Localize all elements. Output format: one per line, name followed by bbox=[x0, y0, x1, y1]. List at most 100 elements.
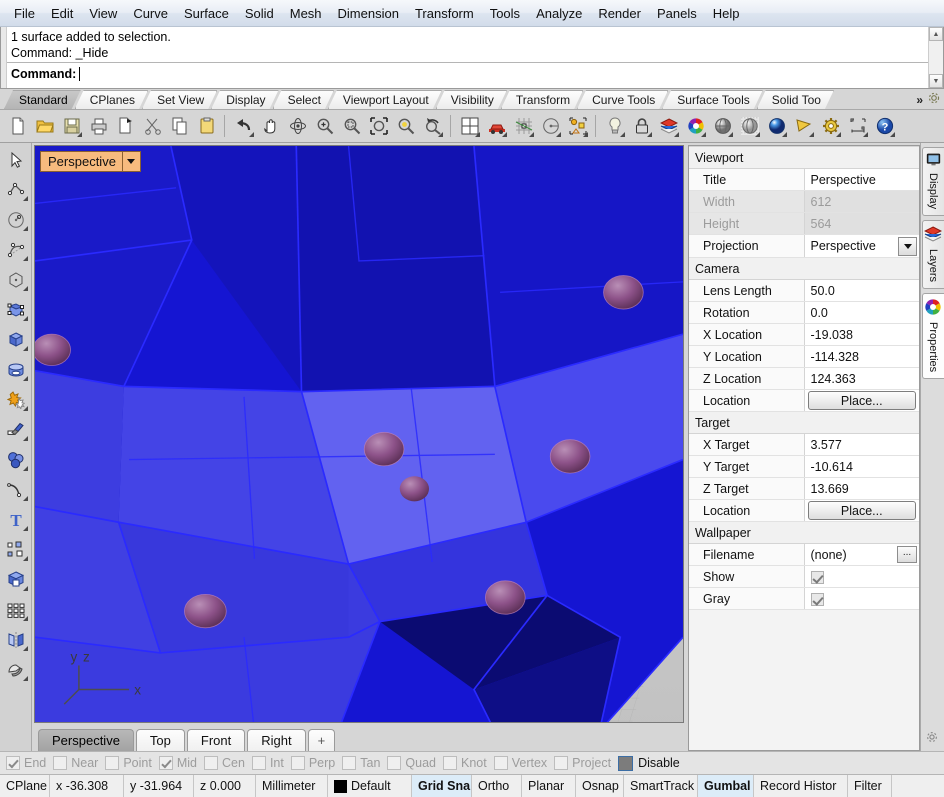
toolbar-undo-arrow-icon[interactable] bbox=[231, 113, 256, 139]
toolbar-copy-icon[interactable] bbox=[167, 113, 192, 139]
osnap-project-checkbox[interactable] bbox=[554, 756, 569, 770]
flyout-indicator-icon[interactable] bbox=[809, 132, 814, 137]
left-tool-mirror-icon[interactable] bbox=[2, 625, 30, 654]
flyout-indicator-icon[interactable] bbox=[728, 132, 733, 137]
menu-item-help[interactable]: Help bbox=[705, 3, 748, 24]
status-z-coordinate[interactable]: z 0.000 bbox=[194, 775, 256, 797]
property-value-location-place-button[interactable]: Place... bbox=[807, 391, 916, 410]
property-value-rotation[interactable]: 0.0 bbox=[804, 301, 919, 324]
left-tool-arrow-select-icon[interactable] bbox=[2, 145, 30, 174]
menu-item-file[interactable]: File bbox=[6, 3, 43, 24]
property-value-x-location[interactable]: -19.038 bbox=[804, 323, 919, 346]
left-tool-curve-icon[interactable] bbox=[2, 235, 30, 264]
toolbar-zoom-in-icon[interactable] bbox=[312, 113, 337, 139]
toolbar-overflow-chevron-icon[interactable]: » bbox=[914, 93, 925, 107]
scroll-down-icon[interactable]: ▼ bbox=[929, 74, 943, 88]
viewport-tab-right[interactable]: Right bbox=[247, 729, 306, 751]
flyout-indicator-icon[interactable] bbox=[22, 646, 28, 651]
flyout-indicator-icon[interactable] bbox=[674, 132, 679, 137]
left-tool-text-tool-icon[interactable]: T bbox=[2, 505, 30, 534]
menu-item-panels[interactable]: Panels bbox=[649, 3, 705, 24]
panel-tab-properties[interactable]: Properties bbox=[921, 293, 944, 380]
toolbar-tab-select[interactable]: Select bbox=[273, 90, 334, 109]
layer-color-swatch[interactable] bbox=[334, 779, 347, 793]
dock-settings-gear-icon[interactable] bbox=[925, 730, 939, 747]
toolbar-dimension-icon[interactable] bbox=[845, 113, 870, 139]
left-tool-boolean-difference-icon[interactable] bbox=[2, 565, 30, 594]
osnap-int[interactable]: Int bbox=[251, 756, 284, 770]
status-y-coordinate[interactable]: y -31.964 bbox=[124, 775, 194, 797]
toolbar-tab-display[interactable]: Display bbox=[211, 90, 278, 109]
flyout-indicator-icon[interactable] bbox=[556, 132, 561, 137]
left-tool-cylinder-icon[interactable] bbox=[2, 355, 30, 384]
flyout-indicator-icon[interactable] bbox=[77, 132, 82, 137]
property-value-height[interactable]: 564 bbox=[804, 212, 919, 235]
osnap-mid-checkbox[interactable] bbox=[158, 756, 173, 770]
property-value-y-target[interactable]: -10.614 bbox=[804, 455, 919, 478]
left-tool-paint-brush-icon[interactable] bbox=[2, 415, 30, 444]
osnap-near[interactable]: Near bbox=[53, 756, 98, 770]
viewport-3d-scene[interactable]: y z x bbox=[35, 146, 683, 723]
flyout-indicator-icon[interactable] bbox=[529, 132, 534, 137]
flyout-indicator-icon[interactable] bbox=[22, 286, 28, 291]
toolbar-options-gear-icon[interactable] bbox=[927, 91, 941, 108]
property-value-y-location[interactable]: -114.328 bbox=[804, 345, 919, 368]
toolbar-pan-hand-icon[interactable] bbox=[258, 113, 283, 139]
status-toggle-smarttrack[interactable]: SmartTrack bbox=[624, 775, 698, 797]
osnap-tan[interactable]: Tan bbox=[342, 756, 380, 770]
toolbar-tab-solid-too[interactable]: Solid Too bbox=[757, 90, 834, 109]
flyout-indicator-icon[interactable] bbox=[22, 466, 28, 471]
toolbar-tab-surface-tools[interactable]: Surface Tools bbox=[662, 90, 763, 109]
property-value-gray-checkbox[interactable] bbox=[810, 592, 824, 606]
viewport-tab-front[interactable]: Front bbox=[186, 729, 246, 751]
flyout-indicator-icon[interactable] bbox=[22, 226, 28, 231]
flyout-indicator-icon[interactable] bbox=[475, 132, 480, 137]
scroll-up-icon[interactable]: ▲ bbox=[929, 27, 943, 41]
viewport-title-chevron-down-icon[interactable] bbox=[123, 159, 140, 164]
flyout-indicator-icon[interactable] bbox=[647, 132, 652, 137]
property-value-filename-browse-button[interactable]: ... bbox=[897, 546, 917, 563]
left-tool-polyline-icon[interactable] bbox=[2, 175, 30, 204]
osnap-point[interactable]: Point bbox=[105, 756, 152, 770]
toolbar-zoom-extents-icon[interactable] bbox=[366, 113, 391, 139]
flyout-indicator-icon[interactable] bbox=[438, 132, 443, 137]
left-tool-circle-icon[interactable] bbox=[2, 205, 30, 234]
menu-item-edit[interactable]: Edit bbox=[43, 3, 81, 24]
toolbar-open-folder-icon[interactable] bbox=[32, 113, 57, 139]
perspective-viewport[interactable]: y z x Perspective bbox=[34, 145, 684, 723]
flyout-indicator-icon[interactable] bbox=[22, 346, 28, 351]
flyout-indicator-icon[interactable] bbox=[22, 316, 28, 321]
toolbar-car-render-icon[interactable] bbox=[484, 113, 509, 139]
panel-tab-display[interactable]: Display bbox=[921, 147, 944, 217]
flyout-indicator-icon[interactable] bbox=[863, 132, 868, 137]
menu-item-dimension[interactable]: Dimension bbox=[330, 3, 407, 24]
osnap-cen[interactable]: Cen bbox=[204, 756, 245, 770]
osnap-quad[interactable]: Quad bbox=[387, 756, 436, 770]
status-current-layer[interactable]: Default bbox=[328, 775, 412, 797]
flyout-indicator-icon[interactable] bbox=[22, 196, 28, 201]
command-input[interactable] bbox=[84, 66, 943, 82]
flyout-indicator-icon[interactable] bbox=[22, 496, 28, 501]
toolbar-zoom-previous-icon[interactable] bbox=[420, 113, 445, 139]
flyout-indicator-icon[interactable] bbox=[22, 406, 28, 411]
toolbar-tab-curve-tools[interactable]: Curve Tools bbox=[577, 90, 668, 109]
property-value-z-target[interactable]: 13.669 bbox=[804, 477, 919, 500]
left-tool-fillet-curve-icon[interactable] bbox=[2, 475, 30, 504]
menu-item-surface[interactable]: Surface bbox=[176, 3, 237, 24]
property-value-projection-combo[interactable]: Perspective bbox=[804, 234, 919, 258]
toolbar-tab-set-view[interactable]: Set View bbox=[142, 90, 217, 109]
osnap-end-checkbox[interactable] bbox=[6, 756, 20, 770]
osnap-cen-checkbox[interactable] bbox=[204, 756, 218, 770]
toolbar-shaded-sphere-icon[interactable] bbox=[710, 113, 735, 139]
flyout-indicator-icon[interactable] bbox=[249, 132, 254, 137]
toolbar-rotate-view-icon[interactable] bbox=[285, 113, 310, 139]
property-value-title[interactable]: Perspective bbox=[804, 168, 919, 191]
toolbar-layers-icon[interactable] bbox=[656, 113, 681, 139]
osnap-quad-checkbox[interactable] bbox=[387, 756, 402, 770]
menu-item-analyze[interactable]: Analyze bbox=[528, 3, 590, 24]
flyout-indicator-icon[interactable] bbox=[22, 676, 28, 681]
property-value-width[interactable]: 612 bbox=[804, 190, 919, 213]
toolbar-new-file-icon[interactable] bbox=[5, 113, 30, 139]
status-toggle-filter[interactable]: Filter bbox=[848, 775, 892, 797]
status-x-coordinate[interactable]: x -36.308 bbox=[50, 775, 124, 797]
